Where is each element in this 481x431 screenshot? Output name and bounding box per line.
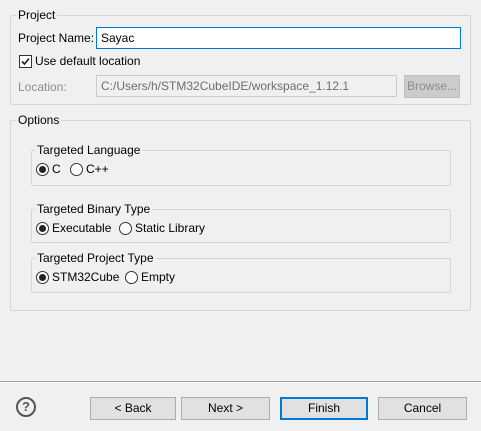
radio-cpp-label[interactable]: C++ [86, 161, 109, 177]
radio-c[interactable] [36, 163, 49, 176]
use-default-location-label[interactable]: Use default location [35, 53, 140, 69]
location-label: Location: [18, 80, 67, 94]
radio-static-library[interactable] [119, 222, 132, 235]
targeted-language-title: Targeted Language [35, 143, 143, 157]
project-group-title: Project [16, 8, 58, 22]
radio-c-label[interactable]: C [52, 161, 61, 177]
options-group-title: Options [16, 113, 62, 127]
radio-executable[interactable] [36, 222, 49, 235]
radio-static-library-label[interactable]: Static Library [135, 220, 205, 236]
radio-selected-dot [39, 166, 46, 173]
radio-empty[interactable] [125, 271, 138, 284]
radio-stm32cube-label[interactable]: STM32Cube [52, 269, 119, 285]
targeted-project-type-title: Targeted Project Type [35, 251, 156, 265]
browse-button: Browse... [404, 75, 460, 98]
location-input: C:/Users/h/STM32CubeIDE/workspace_1.12.1 [96, 75, 397, 97]
back-button[interactable]: < Back [90, 397, 176, 420]
use-default-location-checkbox[interactable] [19, 55, 32, 68]
radio-selected-dot [39, 225, 46, 232]
footer-separator-highlight [0, 382, 481, 383]
radio-empty-label[interactable]: Empty [141, 269, 175, 285]
targeted-binary-type-title: Targeted Binary Type [35, 202, 153, 216]
checkmark-icon [21, 57, 30, 66]
finish-button[interactable]: Finish [280, 397, 368, 420]
project-name-label: Project Name: [18, 31, 95, 45]
project-name-input[interactable]: Sayac [96, 27, 461, 49]
next-button[interactable]: Next > [181, 397, 270, 420]
radio-cpp[interactable] [70, 163, 83, 176]
radio-selected-dot [39, 274, 46, 281]
radio-executable-label[interactable]: Executable [52, 220, 111, 236]
radio-stm32cube[interactable] [36, 271, 49, 284]
cancel-button[interactable]: Cancel [378, 397, 467, 420]
question-circle-icon[interactable]: ? [16, 397, 36, 417]
